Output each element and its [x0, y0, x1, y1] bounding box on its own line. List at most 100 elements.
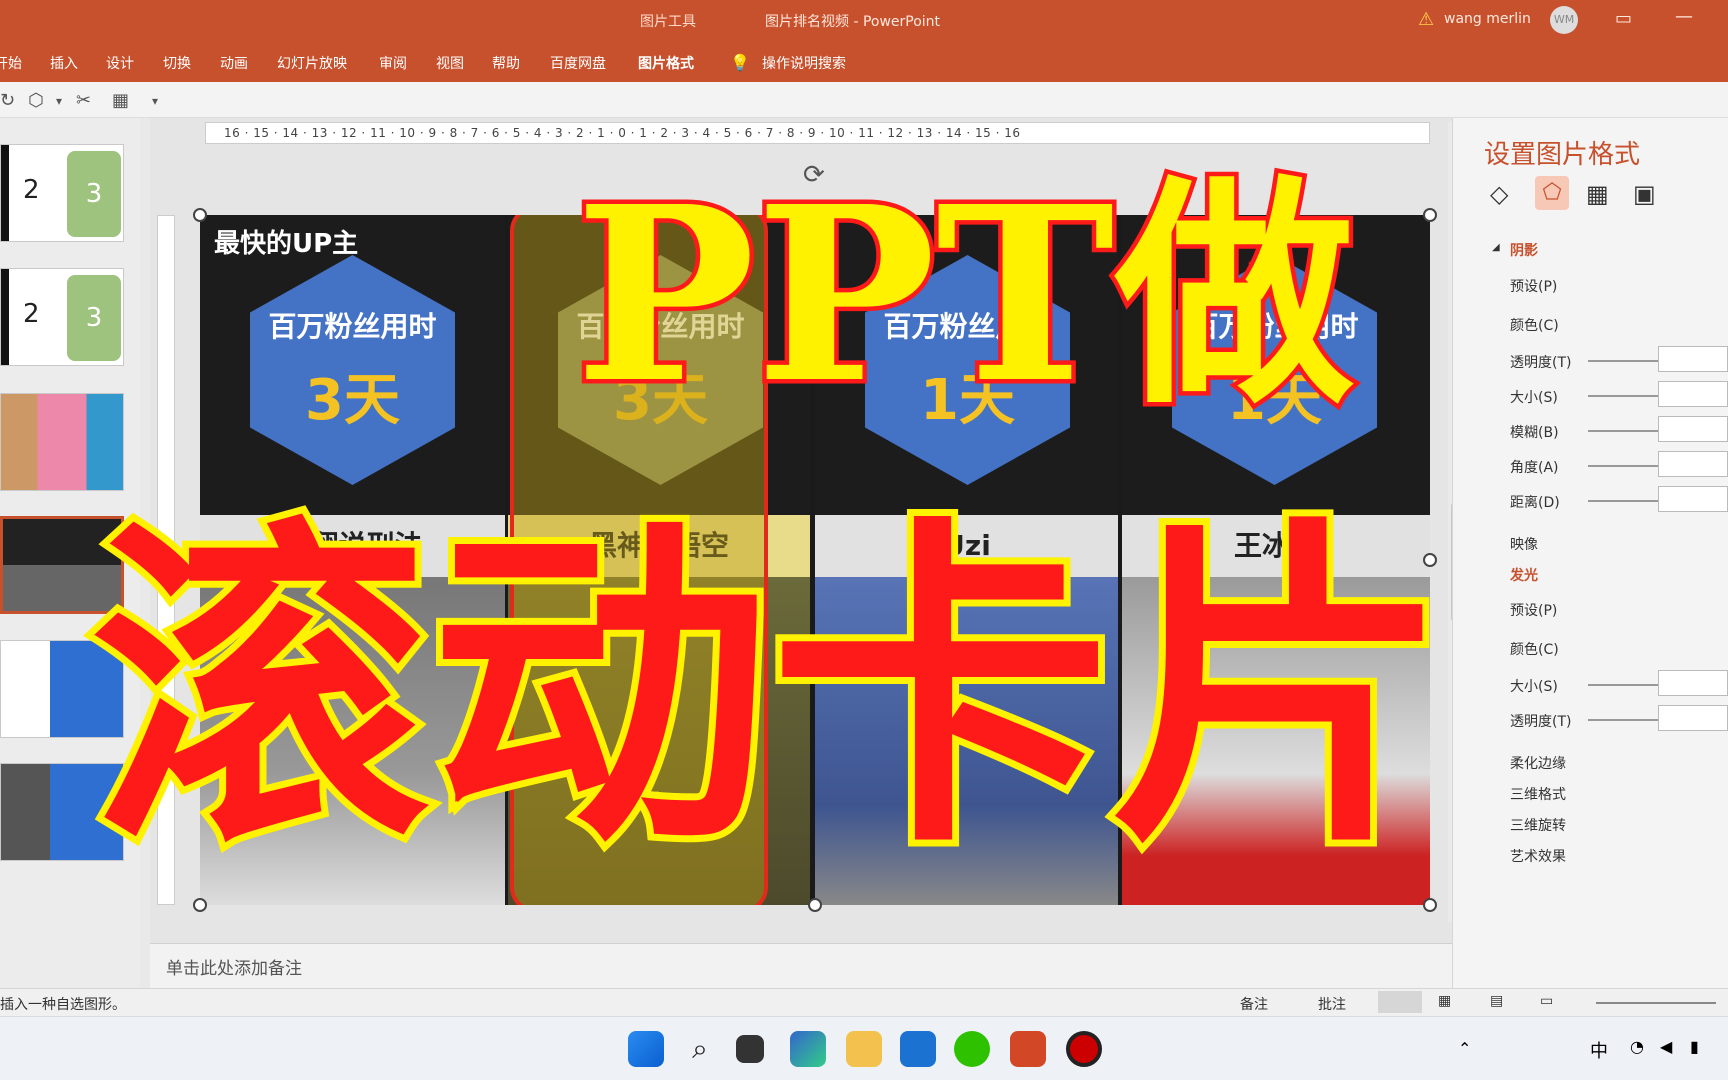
slide-thumbnail[interactable]: 2 3: [0, 144, 124, 242]
overlay-title-line2: 滚动卡片: [83, 492, 1457, 888]
resize-handle[interactable]: [1423, 898, 1437, 912]
section-3d-rotation[interactable]: 三维旋转: [1510, 815, 1566, 835]
powerpoint-icon[interactable]: [1010, 1031, 1046, 1067]
tab-picture-format[interactable]: 图片格式: [638, 53, 694, 73]
shadow-preset[interactable]: 预设(P): [1510, 276, 1557, 296]
overlay-title-line1: PPT做: [571, 154, 1360, 436]
pane-title: 设置图片格式: [1484, 140, 1641, 170]
blur-input[interactable]: [1658, 416, 1728, 442]
distance-input[interactable]: [1658, 486, 1728, 512]
resize-handle[interactable]: [193, 208, 207, 222]
glow-transparency-input[interactable]: [1658, 705, 1728, 731]
search-box[interactable]: 操作说明搜索: [762, 53, 846, 73]
thumb-number: 2: [23, 299, 40, 329]
section-soft-edges[interactable]: 柔化边缘: [1510, 753, 1566, 773]
section-shadow[interactable]: 阴影: [1510, 240, 1538, 260]
thumb-bar: [1, 269, 9, 365]
tab-slideshow[interactable]: 幻灯片放映: [277, 53, 347, 73]
angle-input[interactable]: [1658, 451, 1728, 477]
blur-slider[interactable]: [1588, 430, 1658, 432]
glow-preset[interactable]: 预设(P): [1510, 600, 1557, 620]
glow-size-slider[interactable]: [1588, 684, 1658, 686]
tab-help[interactable]: 帮助: [492, 53, 520, 73]
tab-review[interactable]: 审阅: [379, 53, 407, 73]
section-reflection[interactable]: 映像: [1510, 534, 1538, 554]
dropdown-icon[interactable]: ▾: [56, 94, 62, 108]
scissors-icon[interactable]: ✂: [76, 90, 91, 111]
notes-area[interactable]: 单击此处添加备注: [150, 943, 1452, 988]
horizontal-ruler: 16 · 15 · 14 · 13 · 12 · 11 · 10 · 9 · 8…: [205, 122, 1430, 144]
edge-icon[interactable]: [790, 1031, 826, 1067]
tab-transitions[interactable]: 切换: [163, 53, 191, 73]
ime-indicator[interactable]: 中: [1590, 1037, 1608, 1063]
slide-thumbnail[interactable]: 2 3: [0, 268, 124, 366]
transparency-input[interactable]: [1658, 346, 1728, 372]
glow-size[interactable]: 大小(S): [1510, 676, 1558, 696]
user-name[interactable]: wang merlin: [1444, 11, 1531, 27]
tray-chevron-icon[interactable]: ⌃: [1458, 1039, 1471, 1058]
fill-line-icon[interactable]: ◇: [1490, 180, 1508, 208]
tab-view[interactable]: 视图: [436, 53, 464, 73]
shadow-color[interactable]: 颜色(C): [1510, 315, 1559, 335]
reading-view-icon[interactable]: ▤: [1490, 993, 1503, 1009]
zoom-slider[interactable]: [1596, 1002, 1716, 1004]
resize-handle[interactable]: [808, 898, 822, 912]
glow-size-input[interactable]: [1658, 670, 1728, 696]
size-properties-icon[interactable]: ▦: [1586, 180, 1609, 208]
comments-button[interactable]: 批注: [1318, 994, 1346, 1014]
shadow-distance[interactable]: 距离(D): [1510, 492, 1560, 512]
folder-icon[interactable]: [846, 1031, 882, 1067]
warning-icon: ⚠: [1418, 9, 1435, 30]
customize-qat-icon[interactable]: ▾: [152, 94, 158, 108]
lightbulb-icon[interactable]: 💡: [730, 53, 750, 72]
section-artistic-effects[interactable]: 艺术效果: [1510, 846, 1566, 866]
minimize-icon[interactable]: —: [1675, 6, 1693, 27]
ribbon-tabs: 开始 插入 设计 切换 动画 幻灯片放映 审阅 视图 帮助 百度网盘 图片格式 …: [0, 42, 1728, 82]
shadow-angle[interactable]: 角度(A): [1510, 457, 1559, 477]
resize-handle[interactable]: [193, 898, 207, 912]
layout-icon[interactable]: ▦: [112, 90, 129, 111]
tab-insert[interactable]: 插入: [50, 53, 78, 73]
section-3d-format[interactable]: 三维格式: [1510, 784, 1566, 804]
redo-icon[interactable]: ↻: [0, 90, 15, 111]
tab-baidu[interactable]: 百度网盘: [550, 53, 606, 73]
size-slider[interactable]: [1588, 395, 1658, 397]
slideshow-icon[interactable]: ▭: [1540, 993, 1553, 1009]
slide-sorter-icon[interactable]: ▦: [1438, 993, 1451, 1009]
glow-transparency-slider[interactable]: [1588, 719, 1658, 721]
normal-view-icon[interactable]: [1378, 991, 1422, 1013]
effects-icon[interactable]: ⬠: [1535, 176, 1569, 210]
task-view-icon[interactable]: [736, 1035, 764, 1063]
record-icon[interactable]: [1066, 1031, 1102, 1067]
ribbon-display-icon[interactable]: ▭: [1615, 8, 1632, 29]
title-bar: 图片工具 图片排名视频 - PowerPoint ⚠ wang merlin W…: [0, 0, 1728, 42]
section-glow[interactable]: 发光: [1510, 565, 1538, 585]
shadow-size[interactable]: 大小(S): [1510, 387, 1558, 407]
tab-animations[interactable]: 动画: [220, 53, 248, 73]
glow-transparency[interactable]: 透明度(T): [1510, 711, 1571, 731]
avatar[interactable]: WM: [1550, 6, 1578, 34]
tab-design[interactable]: 设计: [106, 53, 134, 73]
windows-start-icon[interactable]: [628, 1031, 664, 1067]
slide-thumbnail[interactable]: [0, 393, 124, 491]
glow-color[interactable]: 颜色(C): [1510, 639, 1559, 659]
mail-icon[interactable]: [900, 1031, 936, 1067]
tab-home[interactable]: 开始: [0, 53, 22, 73]
volume-icon[interactable]: ◀: [1660, 1037, 1672, 1056]
size-input[interactable]: [1658, 381, 1728, 407]
shadow-transparency[interactable]: 透明度(T): [1510, 352, 1571, 372]
battery-icon[interactable]: ▮: [1690, 1037, 1699, 1056]
distance-slider[interactable]: [1588, 500, 1658, 502]
search-icon[interactable]: ⌕: [682, 1031, 718, 1067]
resize-handle[interactable]: [1423, 208, 1437, 222]
transparency-slider[interactable]: [1588, 360, 1658, 362]
shadow-blur[interactable]: 模糊(B): [1510, 422, 1559, 442]
slide-header: 最快的UP主: [214, 229, 359, 259]
angle-slider[interactable]: [1588, 465, 1658, 467]
document-title: 图片排名视频 - PowerPoint: [765, 14, 941, 30]
notes-button[interactable]: 备注: [1240, 994, 1268, 1014]
picture-icon[interactable]: ▣: [1633, 180, 1656, 208]
wechat-icon[interactable]: [954, 1031, 990, 1067]
shape-icon[interactable]: ⬡: [28, 90, 44, 111]
wifi-icon[interactable]: ◔: [1630, 1037, 1644, 1056]
